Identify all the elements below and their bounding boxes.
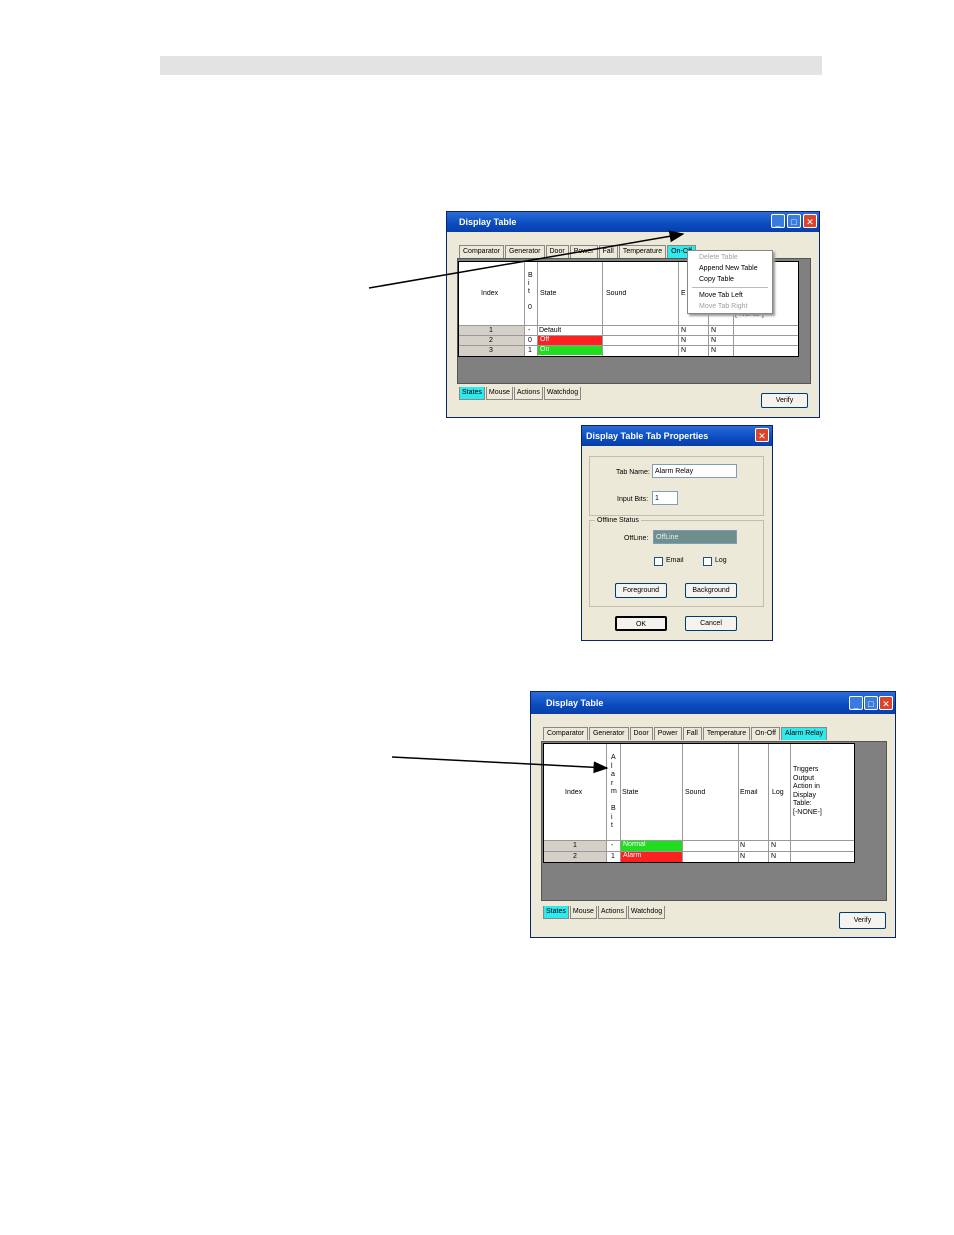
callout-arrows <box>368 230 685 774</box>
arrow-to-alarm-bit-column <box>391 756 609 774</box>
arrow-to-on-off-tab <box>368 230 685 289</box>
